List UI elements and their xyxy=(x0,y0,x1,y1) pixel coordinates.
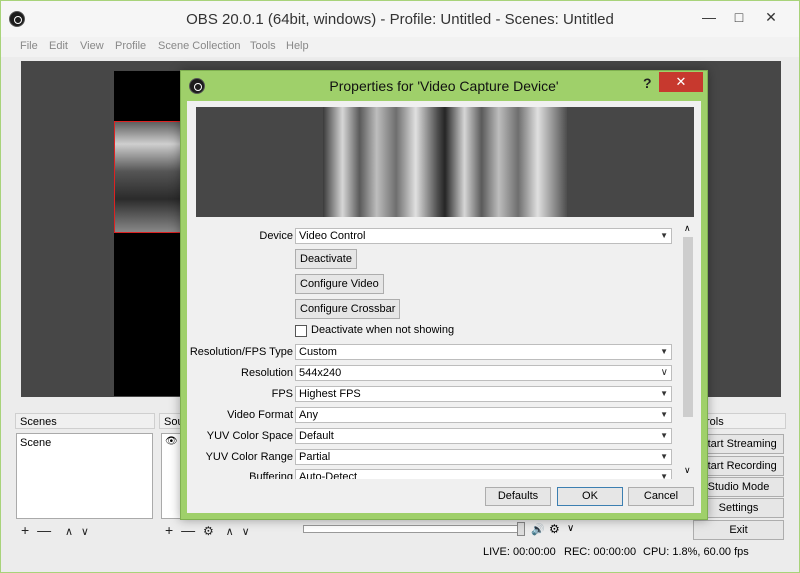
defaults-button[interactable]: Defaults xyxy=(485,487,551,506)
move-scene-up-button[interactable]: ∧ xyxy=(65,526,73,538)
move-source-down-button[interactable]: ∨ xyxy=(242,526,250,538)
menubar: File Edit View Profile Scene Collection … xyxy=(1,37,799,57)
dropdown-arrow-icon: ▼ xyxy=(660,410,668,419)
video-format-dropdown[interactable]: Any ▼ xyxy=(295,407,672,423)
cancel-button[interactable]: Cancel xyxy=(628,487,694,506)
menu-tools[interactable]: Tools xyxy=(250,40,276,52)
video-capture-source-preview[interactable] xyxy=(114,121,184,233)
main-titlebar: OBS 20.0.1 (64bit, windows) - Profile: U… xyxy=(1,1,799,37)
yuv-color-range-value: Partial xyxy=(299,451,331,463)
device-value: Video Control xyxy=(299,230,366,242)
resolution-fps-type-dropdown[interactable]: Custom ▼ xyxy=(295,344,672,360)
resolution-fps-type-label: Resolution/FPS Type xyxy=(189,346,293,358)
close-button[interactable]: ✕ xyxy=(759,7,783,27)
menu-scene-collection[interactable]: Scene Collection xyxy=(158,40,241,52)
menu-edit[interactable]: Edit xyxy=(49,40,68,52)
menu-profile[interactable]: Profile xyxy=(115,40,146,52)
dropdown-arrow-icon: ▼ xyxy=(660,389,668,398)
menu-view[interactable]: View xyxy=(80,40,104,52)
dropdown-arrow-icon: ▼ xyxy=(660,472,668,479)
controls-dock-title: rols xyxy=(701,413,786,429)
yuv-color-space-label: YUV Color Space xyxy=(206,430,293,442)
maximize-button[interactable]: □ xyxy=(727,7,751,27)
dialog-titlebar: Properties for 'Video Capture Device' ? … xyxy=(181,71,707,101)
yuv-color-space-value: Default xyxy=(299,430,334,442)
menu-file[interactable]: File xyxy=(20,40,38,52)
capture-preview-image xyxy=(323,107,567,217)
buffering-label: Buffering xyxy=(249,471,293,479)
yuv-color-range-label: YUV Color Range xyxy=(205,451,293,463)
resolution-label: Resolution xyxy=(241,367,293,379)
dropdown-arrow-icon: ▼ xyxy=(660,347,668,356)
fps-dropdown[interactable]: Highest FPS ▼ xyxy=(295,386,672,402)
properties-dialog: Properties for 'Video Capture Device' ? … xyxy=(180,70,708,520)
dropdown-arrow-icon: ▼ xyxy=(660,431,668,440)
volume-slider[interactable] xyxy=(303,525,521,533)
scroll-up-icon[interactable]: ∧ xyxy=(684,223,691,234)
exit-button[interactable]: Exit xyxy=(693,520,784,540)
add-source-button[interactable]: + xyxy=(165,522,173,538)
gear-icon[interactable]: ⚙ xyxy=(203,524,214,538)
chevron-down-icon[interactable]: ∨ xyxy=(567,523,574,534)
dropdown-arrow-icon: ▼ xyxy=(660,231,668,240)
sources-toolbar: + — ⚙ ∧ ∨ xyxy=(165,521,295,539)
move-scene-down-button[interactable]: ∨ xyxy=(81,526,89,538)
dialog-close-button[interactable]: ✕ xyxy=(659,72,703,92)
speaker-icon[interactable]: 🔊 xyxy=(531,523,545,536)
mixer-gear-icon[interactable]: ⚙ xyxy=(549,522,560,536)
remove-scene-button[interactable]: — xyxy=(37,522,51,538)
fps-label: FPS xyxy=(271,388,293,400)
scene-item[interactable]: Scene xyxy=(20,437,51,449)
scenes-dock-title: Scenes xyxy=(15,413,155,429)
configure-crossbar-button[interactable]: Configure Crossbar xyxy=(295,299,401,319)
deactivate-when-not-showing-checkbox[interactable] xyxy=(295,325,307,337)
chevron-down-icon: ∨ xyxy=(660,367,668,378)
deactivate-button[interactable]: Deactivate xyxy=(295,249,357,269)
menu-help[interactable]: Help xyxy=(286,40,309,52)
window-title: OBS 20.0.1 (64bit, windows) - Profile: U… xyxy=(186,11,614,28)
rec-status: REC: 00:00:00 xyxy=(564,546,637,558)
add-scene-button[interactable]: + xyxy=(21,522,29,538)
yuv-color-space-dropdown[interactable]: Default ▼ xyxy=(295,428,672,444)
scenes-toolbar: + — ∧ ∨ xyxy=(21,521,151,539)
dropdown-arrow-icon: ▼ xyxy=(660,452,668,461)
capture-preview xyxy=(196,107,694,217)
video-format-label: Video Format xyxy=(227,409,293,421)
buffering-dropdown[interactable]: Auto-Detect ▼ xyxy=(295,469,672,479)
help-button[interactable]: ? xyxy=(643,75,652,91)
device-label: Device xyxy=(259,230,293,242)
scrollbar-thumb[interactable] xyxy=(683,237,693,417)
dialog-body: Device Video Control ▼ Deactivate Config… xyxy=(187,101,701,513)
device-dropdown[interactable]: Video Control ▼ xyxy=(295,228,672,244)
eye-icon[interactable]: 👁 xyxy=(165,436,178,447)
scroll-down-icon[interactable]: ∨ xyxy=(684,465,691,476)
live-status: LIVE: 00:00:00 xyxy=(483,546,556,558)
buffering-value: Auto-Detect xyxy=(299,471,358,479)
resolution-fps-type-value: Custom xyxy=(299,346,337,358)
scenes-list[interactable]: Scene xyxy=(16,433,153,519)
ok-button[interactable]: OK xyxy=(557,487,623,506)
resolution-value: 544x240 xyxy=(299,367,342,379)
properties-list: Device Video Control ▼ Deactivate Config… xyxy=(187,223,701,479)
status-bar: LIVE: 00:00:00 REC: 00:00:00 CPU: 1.8%, … xyxy=(1,542,799,562)
fps-value: Highest FPS xyxy=(299,388,361,400)
configure-video-button[interactable]: Configure Video xyxy=(295,274,384,294)
cpu-status: CPU: 1.8%, 60.00 fps xyxy=(643,546,749,558)
remove-source-button[interactable]: — xyxy=(181,522,195,538)
volume-slider-handle[interactable] xyxy=(517,522,525,536)
move-source-up-button[interactable]: ∧ xyxy=(226,526,234,538)
deactivate-when-not-showing-label: Deactivate when not showing xyxy=(311,324,455,336)
video-format-value: Any xyxy=(299,409,318,421)
minimize-button[interactable]: — xyxy=(697,7,721,27)
yuv-color-range-dropdown[interactable]: Partial ▼ xyxy=(295,449,672,465)
resolution-combo[interactable]: 544x240 ∨ xyxy=(295,365,672,381)
dialog-title: Properties for 'Video Capture Device' xyxy=(329,78,559,94)
properties-scrollbar[interactable]: ∧ ∨ xyxy=(681,223,695,479)
